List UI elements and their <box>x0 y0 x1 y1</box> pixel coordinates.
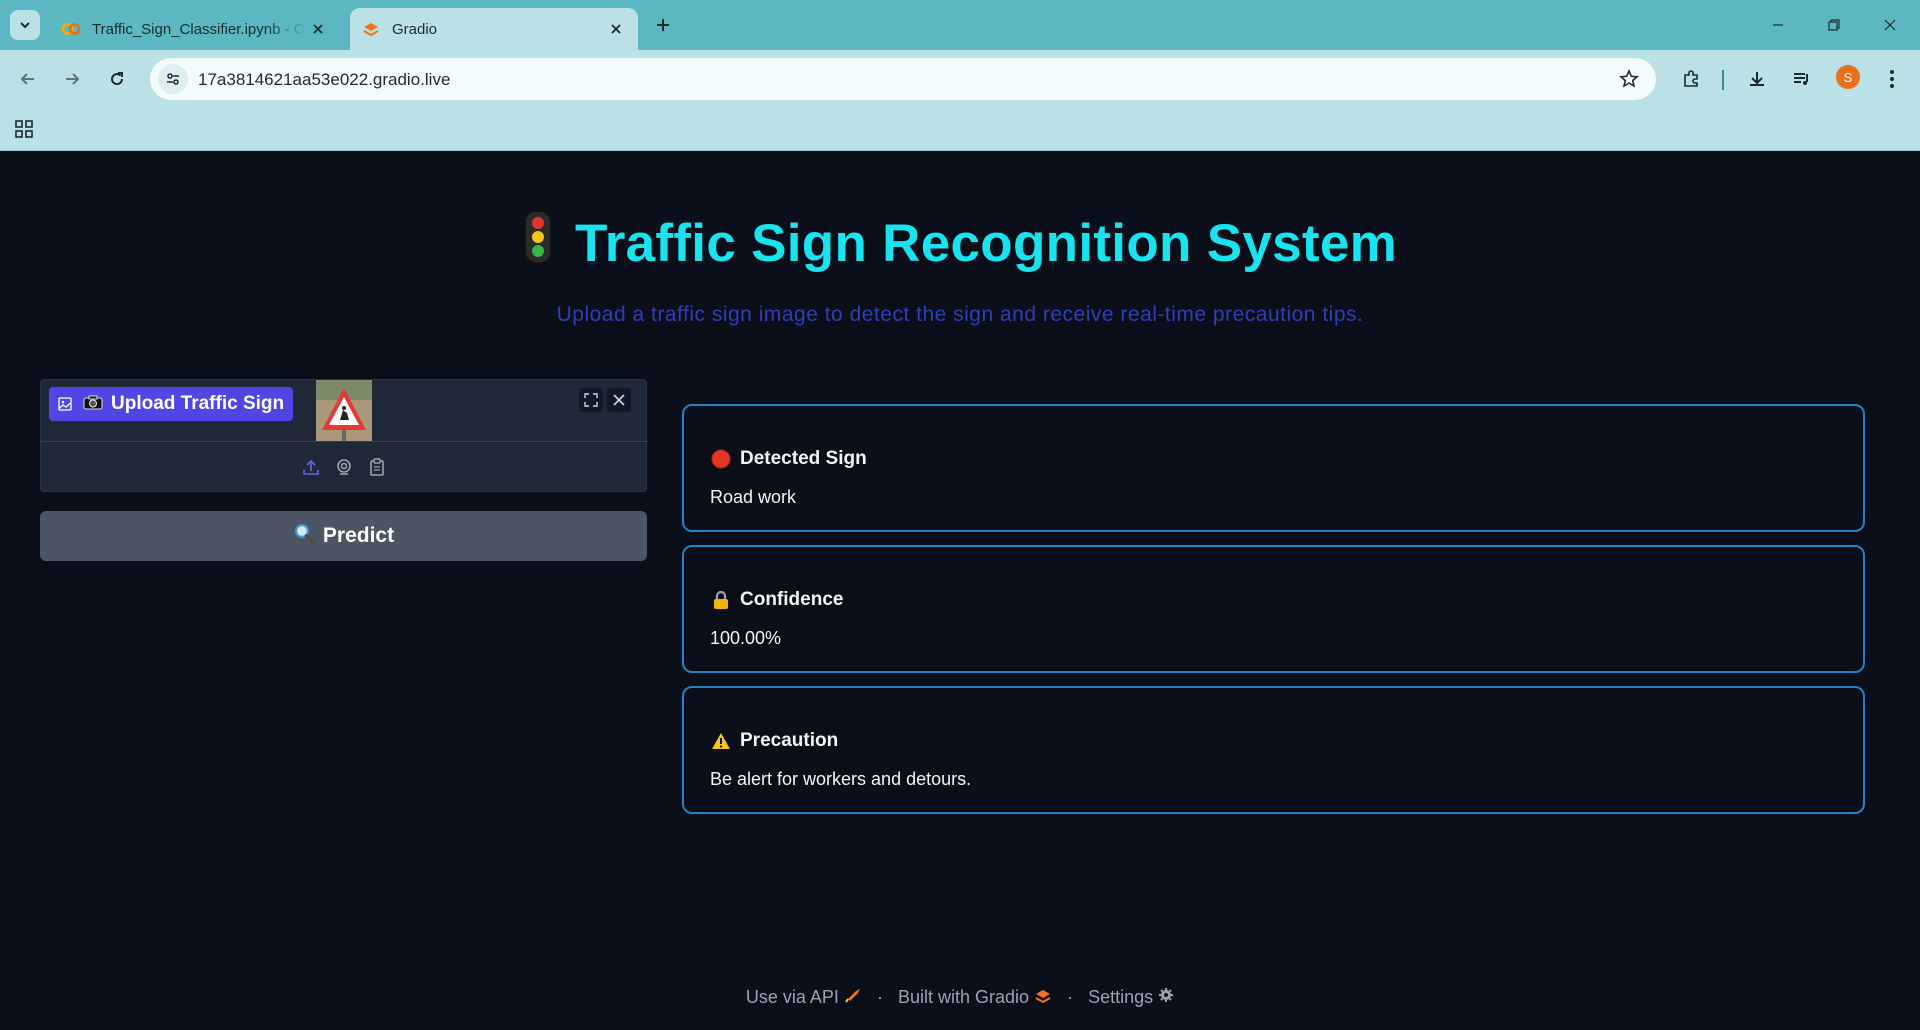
colab-icon <box>62 20 80 38</box>
browser-menu-button[interactable] <box>1876 63 1908 95</box>
uploaded-image-thumbnail[interactable] <box>316 380 372 441</box>
fullscreen-button[interactable] <box>579 388 603 412</box>
tab-colab[interactable]: Traffic_Sign_Classifier.ipynb - Colab <box>50 8 340 50</box>
upload-label-text: Upload Traffic Sign <box>111 393 285 414</box>
detected-sign-card: Detected Sign Road work <box>682 404 1865 532</box>
footer-separator: · <box>1067 986 1074 1007</box>
use-via-api-link[interactable]: Use via API <box>746 986 862 1008</box>
page-title-text: Traffic Sign Recognition System <box>574 214 1398 273</box>
predict-button[interactable]: Predict <box>40 511 647 561</box>
gradio-logo-icon <box>1034 987 1052 1008</box>
webcam-source-button[interactable] <box>333 456 355 478</box>
url-text: 17a3814621aa53e022.gradio.live <box>198 70 451 89</box>
upload-divider <box>41 441 648 442</box>
upload-label-badge: Upload Traffic Sign <box>49 387 293 421</box>
precaution-value: Be alert for workers and detours. <box>710 769 972 789</box>
card-title: Confidence <box>710 589 843 611</box>
close-icon <box>613 394 625 406</box>
lock-icon <box>710 589 732 611</box>
bookmark-star-icon[interactable] <box>1616 66 1642 92</box>
downloads-button[interactable] <box>1741 63 1773 95</box>
plus-icon <box>657 19 669 31</box>
rocket-icon <box>844 987 862 1008</box>
reload-icon <box>111 72 124 86</box>
tab-title: Traffic_Sign_Classifier.ipynb - Colab <box>92 20 308 38</box>
close-window-button[interactable] <box>1862 0 1918 50</box>
predict-label: Predict <box>322 524 395 547</box>
close-tab-icon[interactable] <box>606 19 626 39</box>
upload-icon <box>303 459 319 475</box>
restore-icon <box>1828 19 1840 31</box>
footer: Use via API · Built with Gradio · Settin… <box>0 986 1920 1008</box>
precaution-card: Precaution Be alert for workers and deto… <box>682 686 1865 814</box>
media-control-button[interactable] <box>1786 63 1818 95</box>
minimize-button[interactable] <box>1750 0 1806 50</box>
new-tab-button[interactable] <box>648 10 678 40</box>
profile-avatar[interactable]: S <box>1836 65 1860 89</box>
card-title-text: Detected Sign <box>740 448 867 469</box>
card-title: Detected Sign <box>710 448 867 470</box>
confidence-value: 100.00% <box>710 628 782 648</box>
reload-button[interactable] <box>101 63 133 95</box>
toolbar-separator <box>1722 70 1724 90</box>
confidence-card: Confidence 100.00% <box>682 545 1865 673</box>
image-icon <box>57 396 73 412</box>
restore-button[interactable] <box>1806 0 1862 50</box>
minimize-icon <box>1773 24 1783 26</box>
chevron-down-icon <box>20 22 30 29</box>
fullscreen-icon <box>584 393 598 407</box>
clear-image-button[interactable] <box>607 388 631 412</box>
close-icon <box>1884 19 1896 31</box>
tab-gradio[interactable]: Gradio <box>350 8 638 50</box>
tab-search-button[interactable] <box>10 10 40 40</box>
gear-icon <box>1158 987 1174 1008</box>
webcam-icon <box>337 459 351 475</box>
red-circle-icon <box>710 448 732 470</box>
arrow-left-icon <box>20 73 34 85</box>
camera-icon <box>83 395 103 414</box>
card-title-text: Confidence <box>740 589 844 610</box>
kebab-menu-icon <box>1890 70 1894 88</box>
close-tab-icon[interactable] <box>308 19 328 39</box>
traffic-light-icon <box>523 209 553 277</box>
card-title-text: Precaution <box>740 730 839 751</box>
arrow-right-icon <box>66 73 80 85</box>
back-button[interactable] <box>12 63 44 95</box>
site-info-icon[interactable] <box>158 64 188 94</box>
browser-toolbar: 17a3814621aa53e022.gradio.live <box>0 50 1920 108</box>
warning-icon <box>710 730 732 752</box>
page-subtitle: Upload a traffic sign image to detect th… <box>556 303 1364 326</box>
download-icon <box>1750 72 1764 86</box>
built-with-gradio-link[interactable]: Built with Gradio <box>898 986 1052 1008</box>
apps-grid-icon[interactable] <box>12 117 36 141</box>
settings-link[interactable]: Settings <box>1088 986 1174 1008</box>
magnifier-icon <box>293 522 315 550</box>
clipboard-source-button[interactable] <box>366 456 388 478</box>
browser-tab-bar: Traffic_Sign_Classifier.ipynb - Colab Gr… <box>0 0 1920 50</box>
detected-sign-value: Road work <box>710 487 797 507</box>
extensions-button[interactable] <box>1675 63 1707 95</box>
bookmarks-bar <box>0 108 1920 151</box>
card-title: Precaution <box>710 730 838 752</box>
footer-separator: · <box>876 986 883 1007</box>
page-title: Traffic Sign Recognition System <box>0 209 1920 281</box>
gradio-app: Traffic Sign Recognition System Upload a… <box>0 151 1920 1030</box>
puzzle-icon <box>1684 70 1698 87</box>
address-bar[interactable]: 17a3814621aa53e022.gradio.live <box>150 58 1656 100</box>
clipboard-icon <box>370 458 384 476</box>
forward-button[interactable] <box>56 63 88 95</box>
upload-source-button[interactable] <box>300 456 322 478</box>
gradio-logo-icon <box>362 20 380 38</box>
playlist-icon <box>1794 73 1808 85</box>
tab-title: Gradio <box>392 20 438 38</box>
image-upload[interactable]: Upload Traffic Sign <box>40 379 648 492</box>
